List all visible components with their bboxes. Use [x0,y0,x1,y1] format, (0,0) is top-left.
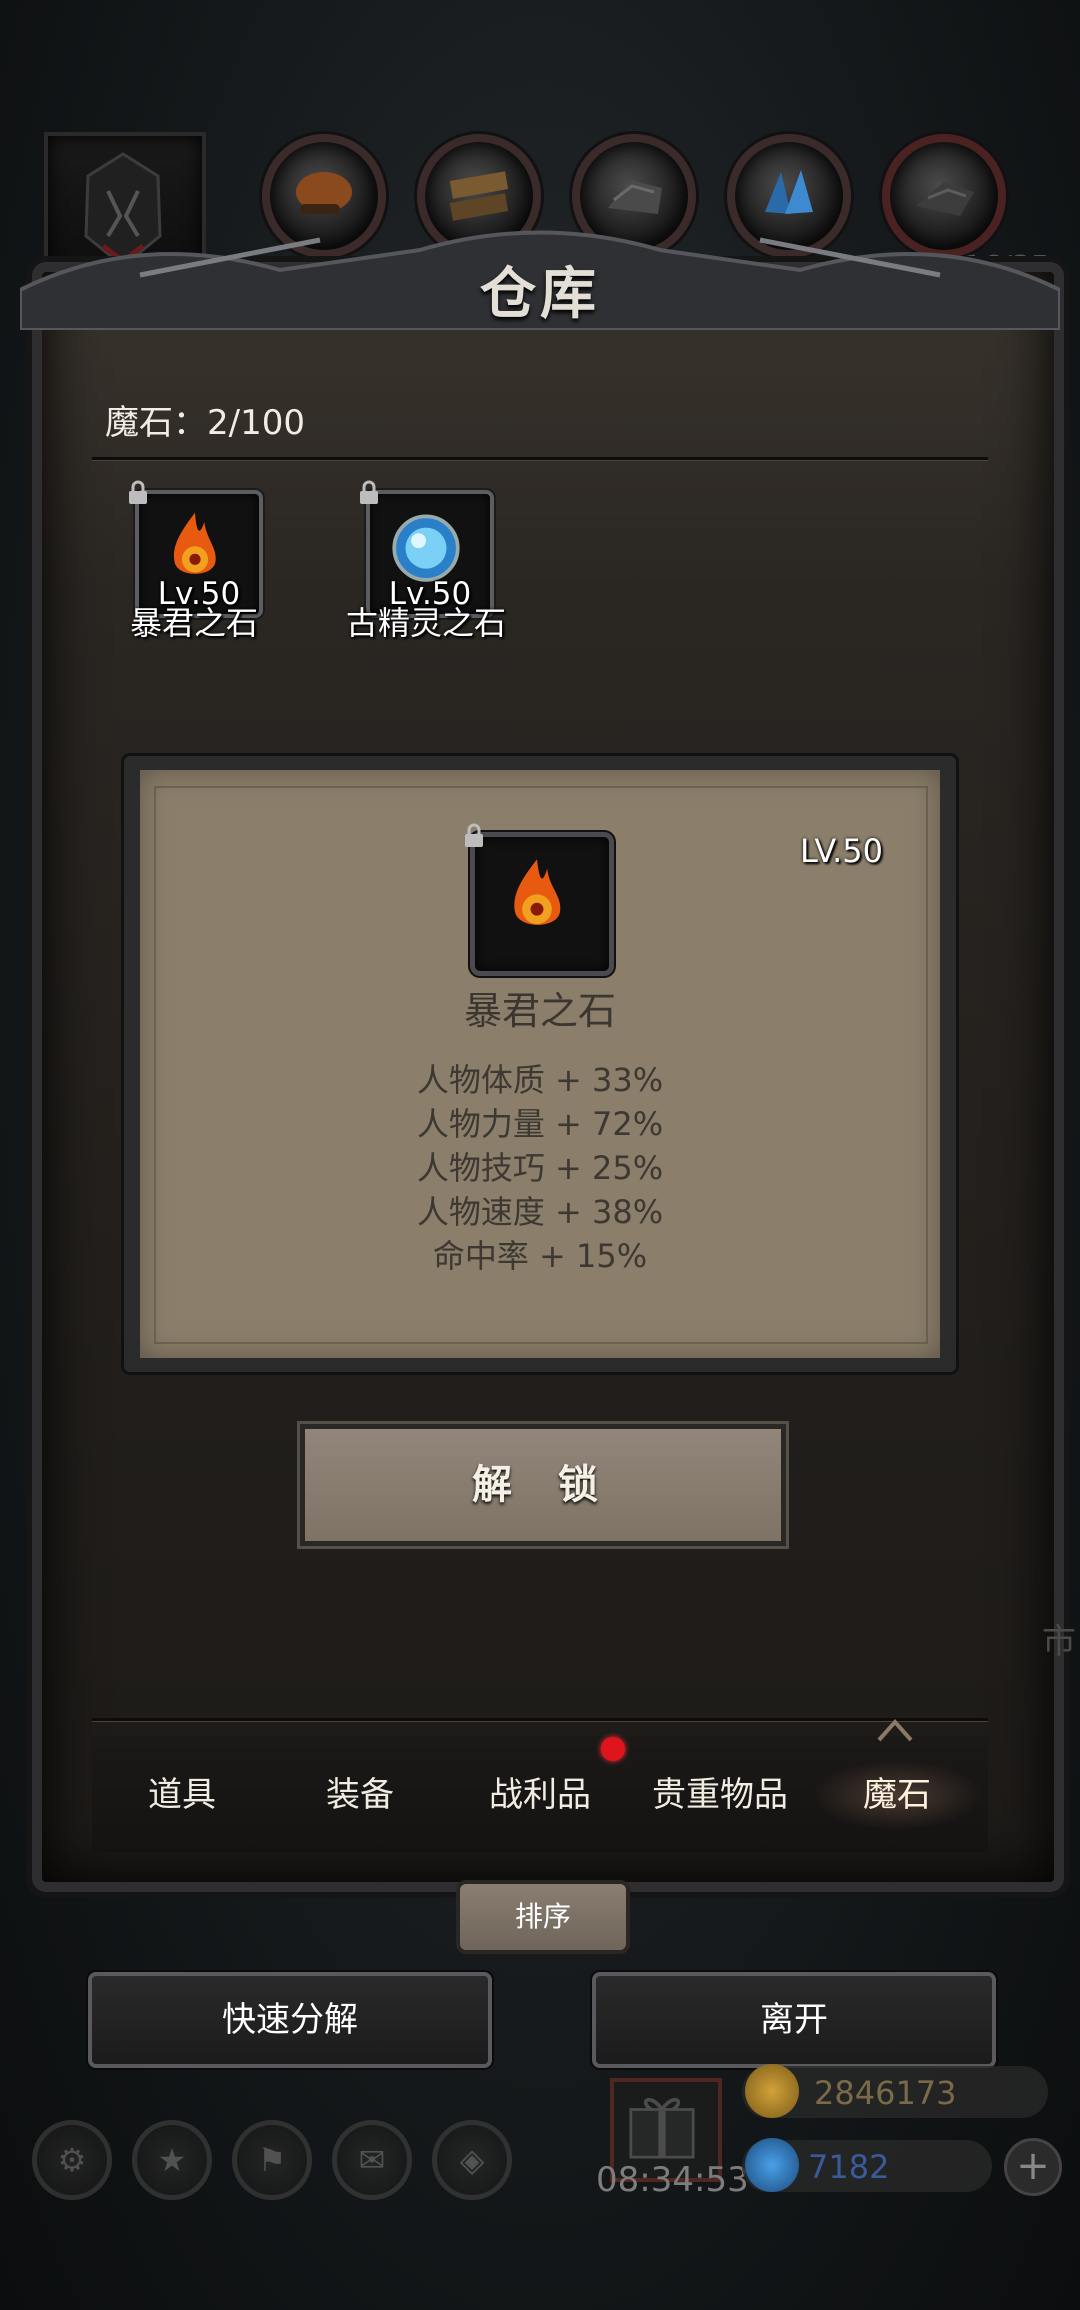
stat-line: 人物技巧 + 25% [416,1149,664,1187]
add-gems-button[interactable]: + [1004,2138,1062,2196]
unlock-button[interactable]: 解 锁 [300,1424,786,1546]
cube-icon: ◈ [459,2141,485,2179]
gem-amount: 7182 [808,2148,890,2186]
achievements-button[interactable]: ★ [132,2120,212,2200]
background-shop-label: 市 [1042,1622,1076,1662]
mail-button[interactable]: ✉ [332,2120,412,2200]
notification-dot [601,1737,625,1761]
stat-line: 人物体质 + 33% [416,1061,664,1099]
divider [92,457,988,461]
active-tab-marker-icon [877,1718,913,1742]
tab-props[interactable]: 道具 [97,1760,267,1830]
selected-item-level: LV.50 [800,832,883,870]
stat-line: 人物力量 + 72% [416,1105,664,1143]
item-name: 暴君之石 [129,604,258,642]
mail-icon: ✉ [358,2141,386,2179]
selected-item-name: 暴君之石 [463,989,616,1033]
gift-timer: 08:34:53 [596,2160,749,2200]
tab-equipment[interactable]: 装备 [275,1760,445,1830]
item-stats: 人物体质 + 33% 人物力量 + 72% 人物技巧 + 25% 人物速度 + … [340,1058,740,1278]
quick-decompose-button[interactable]: 快速分解 [88,1972,492,2068]
panel-title: 仓库 [480,262,600,327]
guild-button[interactable]: ⚑ [232,2120,312,2200]
gift-icon [629,2097,695,2159]
stat-line: 人物速度 + 38% [416,1193,664,1231]
gem-icon [745,2138,799,2192]
banner-icon: ⚑ [257,2141,287,2179]
divider [92,1718,988,1722]
shop-button[interactable]: ◈ [432,2120,512,2200]
tab-loot[interactable]: 战利品 [455,1760,625,1830]
gold-amount: 2846173 [814,2074,957,2112]
capacity-label: 魔石：2/100 [105,403,305,443]
tab-magic-stone[interactable]: 魔石 [812,1760,982,1830]
selected-item-icon [465,823,614,976]
star-icon: ★ [157,2141,187,2179]
sort-button[interactable]: 排序 [456,1880,630,1954]
leave-button[interactable]: 离开 [592,1972,996,2068]
gear-icon: ⚙ [57,2141,87,2179]
item-name: 古精灵之石 [345,604,506,642]
stat-line: 命中率 + 15% [432,1237,648,1275]
fire-stone-icon [514,859,561,925]
settings-button[interactable]: ⚙ [32,2120,112,2200]
gold-coin-icon [745,2064,799,2118]
lock-icon [465,823,483,847]
tab-valuables[interactable]: 贵重物品 [625,1760,815,1830]
lock-icon [360,480,378,504]
lock-icon [129,480,147,504]
